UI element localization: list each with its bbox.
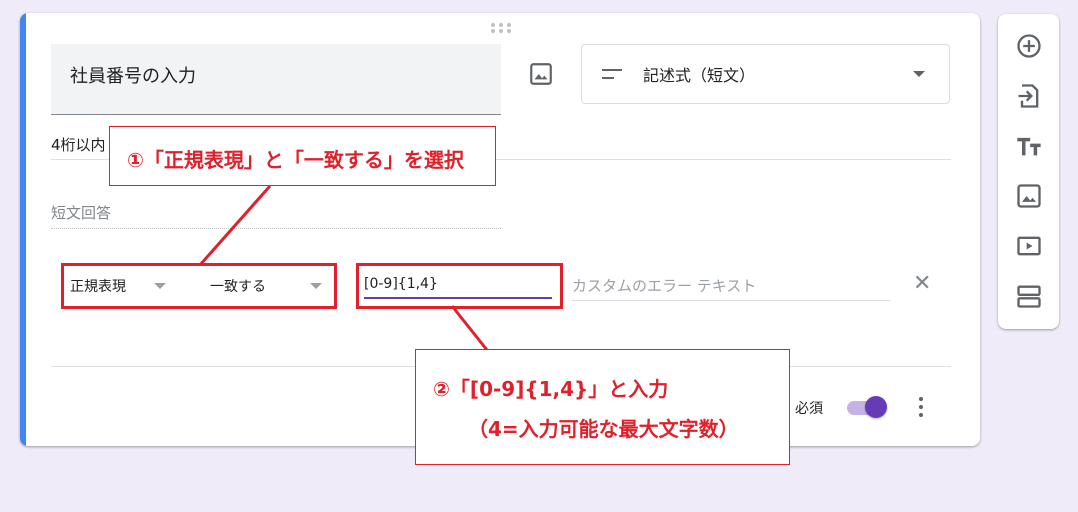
question-title-input[interactable]: 社員番号の入力 (51, 44, 501, 115)
highlight-pattern-input (356, 263, 563, 309)
focus-accent-bar (20, 13, 26, 446)
question-description[interactable]: 4桁以内 (51, 134, 106, 155)
callout-step1: ①「正規表現」と「一致する」を選択 (109, 126, 496, 186)
question-type-label: 記述式（短文） (643, 66, 756, 85)
short-answer-placeholder: 短文回答 (51, 204, 112, 222)
drag-handle-icon[interactable] (491, 23, 515, 35)
add-section-icon[interactable] (1015, 282, 1043, 310)
add-question-icon[interactable] (1015, 32, 1043, 60)
add-image-icon[interactable] (1015, 182, 1043, 210)
required-label: 必須 (795, 401, 823, 417)
add-video-icon[interactable] (1015, 232, 1043, 260)
callout-step2-line1: ②「[0-9]{1,4}」と入力 (433, 377, 669, 401)
callout-step1-text: ①「正規表現」と「一致する」を選択 (127, 148, 464, 172)
close-icon[interactable]: ✕ (913, 273, 931, 295)
callout-step2: ②「[0-9]{1,4}」と入力 （4=入力可能な最大文字数） (415, 349, 790, 465)
highlight-validation-selects (61, 263, 337, 309)
callout-step2-line2: （4=入力可能な最大文字数） (468, 417, 739, 441)
question-type-dropdown[interactable]: 記述式（短文） (581, 44, 950, 104)
chevron-down-icon (913, 71, 925, 77)
more-options-icon[interactable] (916, 394, 926, 420)
add-image-icon[interactable] (528, 61, 554, 87)
add-title-icon[interactable] (1015, 132, 1043, 160)
answer-underline (51, 228, 501, 229)
short-answer-icon (602, 69, 622, 79)
floating-toolbar (998, 14, 1059, 329)
required-toggle[interactable] (845, 396, 889, 418)
toggle-thumb (865, 396, 887, 418)
custom-error-text-input[interactable]: カスタムのエラー テキスト (572, 275, 890, 301)
import-questions-icon[interactable] (1015, 82, 1043, 110)
